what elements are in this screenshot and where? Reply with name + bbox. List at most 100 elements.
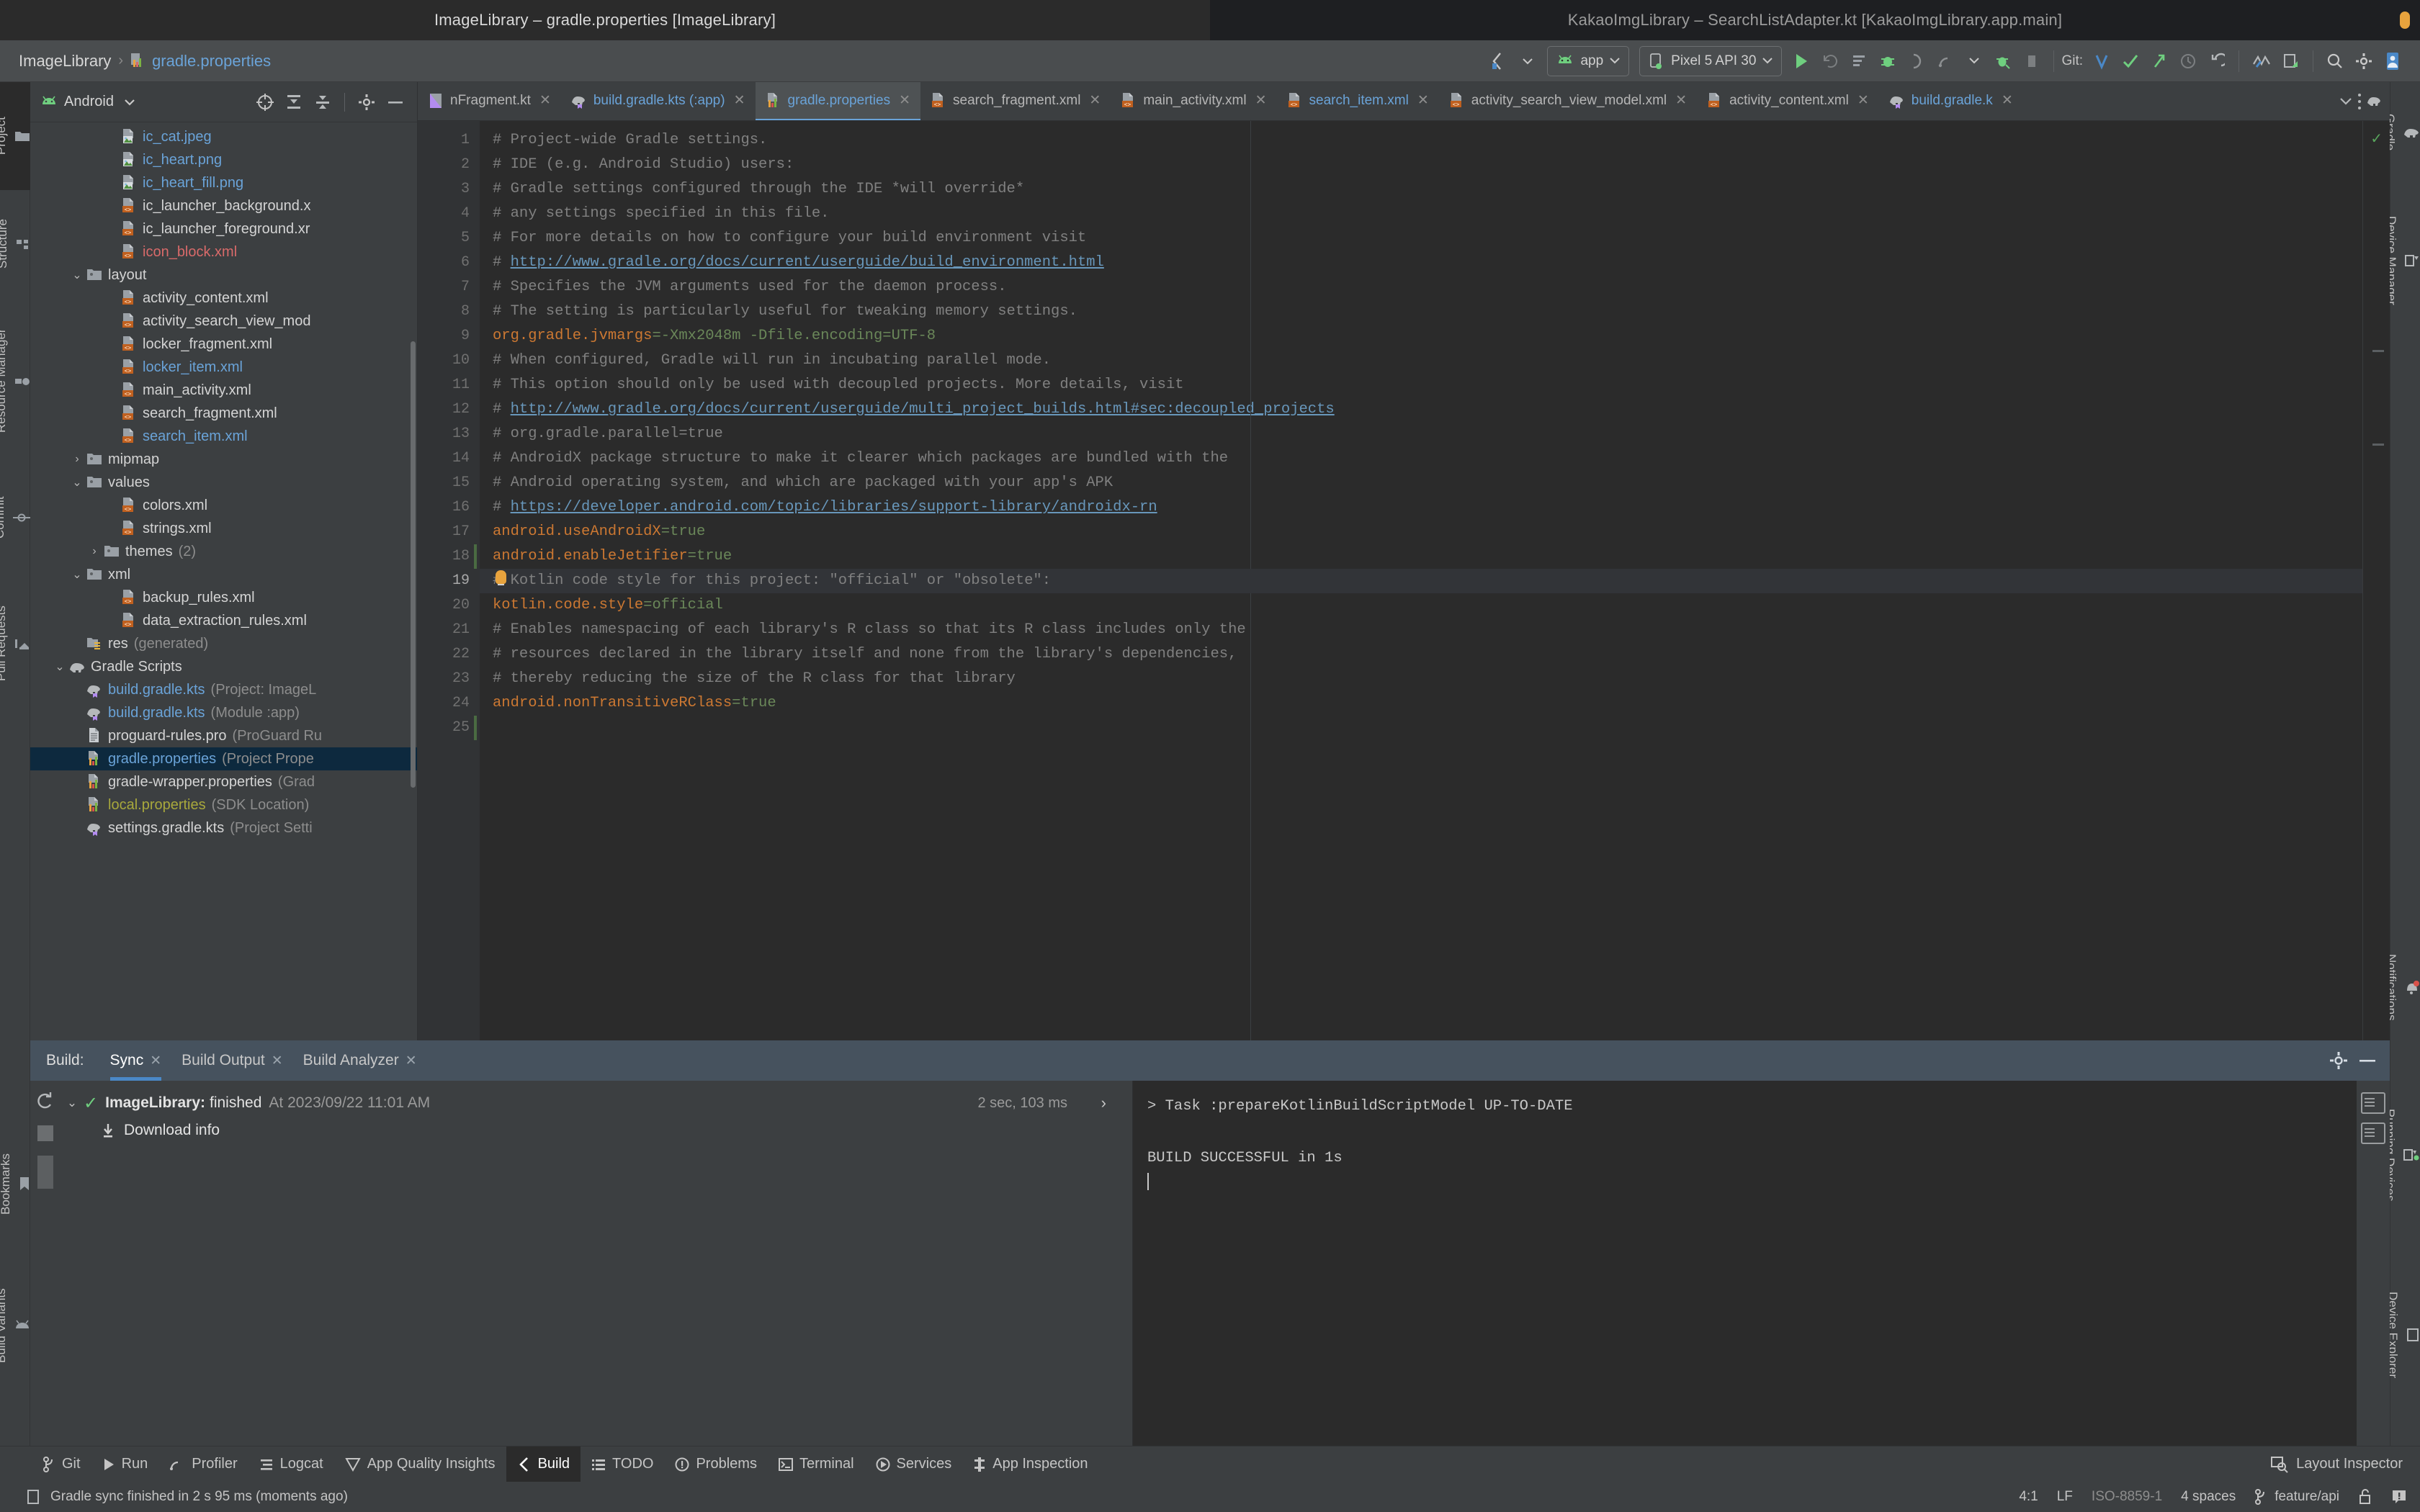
- tree-row[interactable]: <> backup_rules.xml: [30, 586, 417, 609]
- navigate-dropdown-icon[interactable]: [1513, 47, 1542, 76]
- tree-row[interactable]: ⌄ layout: [30, 264, 417, 287]
- code-line[interactable]: org.gradle.jvmargs=-Xmx2048m -Dfile.enco…: [480, 324, 2390, 348]
- code-line[interactable]: # When configured, Gradle will run in in…: [480, 348, 2390, 373]
- stop-button[interactable]: [2017, 47, 2046, 76]
- tree-row[interactable]: settings.gradle.kts (Project Setti: [30, 816, 417, 840]
- code-line[interactable]: # IDE (e.g. Android Studio) users:: [480, 153, 2390, 177]
- sdk-manager-button[interactable]: [2277, 47, 2305, 76]
- code-line[interactable]: # Enables namespacing of each library's …: [480, 618, 2390, 642]
- sidebar-item-build-variants[interactable]: Build Variants: [0, 1248, 30, 1403]
- attach-debugger-button[interactable]: [1902, 47, 1931, 76]
- event-log-icon[interactable]: [26, 1489, 42, 1505]
- code-link[interactable]: http://www.gradle.org/docs/current/userg…: [511, 254, 1104, 271]
- project-tree[interactable]: ic_cat.jpeg ic_heart.png ic_heart_fill.png…: [30, 122, 417, 1040]
- editor-tab[interactable]: <> search_fragment.xml ✕: [920, 82, 1111, 120]
- close-icon[interactable]: ✕: [1255, 92, 1267, 109]
- chevron-right-icon[interactable]: ›: [86, 545, 102, 558]
- project-view-selector-label[interactable]: Android: [64, 94, 114, 110]
- close-icon[interactable]: ✕: [150, 1053, 161, 1069]
- code-line[interactable]: # http://www.gradle.org/docs/current/use…: [480, 397, 2390, 422]
- close-icon[interactable]: ✕: [1675, 92, 1687, 109]
- sidebar-item-resource-manager[interactable]: Resource Manager: [0, 298, 30, 464]
- code-line[interactable]: # https://developer.android.com/topic/li…: [480, 495, 2390, 520]
- bottom-nav-run[interactable]: Run: [91, 1446, 159, 1482]
- lock-icon[interactable]: [2358, 1489, 2372, 1505]
- sidebar-item-pull-requests[interactable]: Pull Requests: [0, 572, 30, 716]
- sidebar-item-running-devices[interactable]: Running Devices: [2383, 1065, 2420, 1245]
- close-icon[interactable]: ✕: [899, 92, 910, 109]
- code-line[interactable]: # For more details on how to configure y…: [480, 226, 2390, 251]
- bottom-nav-problems[interactable]: Problems: [664, 1446, 767, 1482]
- bottom-nav-services[interactable]: Services: [865, 1446, 963, 1482]
- code-line[interactable]: # AndroidX package structure to make it …: [480, 446, 2390, 471]
- editor-tab[interactable]: <> activity_search_view_model.xml ✕: [1439, 82, 1697, 120]
- collapse-all-button[interactable]: [308, 88, 337, 117]
- tree-row[interactable]: proguard-rules.pro (ProGuard Ru: [30, 724, 417, 747]
- code-line[interactable]: [480, 716, 2390, 740]
- editor-tab[interactable]: build.gradle.kts (:app) ✕: [561, 82, 756, 120]
- code-line[interactable]: kotlin.code.style=official: [480, 593, 2390, 618]
- gear-icon[interactable]: [352, 88, 381, 117]
- chevron-down-icon[interactable]: ⌄: [60, 1096, 84, 1110]
- tree-row[interactable]: <> search_item.xml: [30, 425, 417, 448]
- code-link[interactable]: http://www.gradle.org/docs/current/userg…: [511, 401, 1335, 418]
- sidebar-item-gradle[interactable]: Gradle: [2383, 82, 2420, 183]
- tree-row[interactable]: ic_heart_fill.png: [30, 171, 417, 194]
- git-push-button[interactable]: [2145, 47, 2174, 76]
- tree-row[interactable]: <> ic_launcher_foreground.xr: [30, 217, 417, 240]
- editor-tab[interactable]: <> activity_content.xml ✕: [1697, 82, 1879, 120]
- sidebar-item-project[interactable]: Project: [0, 82, 30, 190]
- file-encoding[interactable]: ISO-8859-1: [2092, 1489, 2162, 1505]
- bottom-nav-right[interactable]: Layout Inspector: [2270, 1456, 2420, 1473]
- build-result-root-row[interactable]: ⌄ ✓ ImageLibrary: finished At 2023/09/22…: [60, 1089, 1132, 1117]
- tab-build-output[interactable]: Build Output ✕: [171, 1040, 293, 1081]
- apply-code-changes-button[interactable]: [1845, 47, 1873, 76]
- tree-row[interactable]: <> colors.xml: [30, 494, 417, 517]
- code-line[interactable]: # Gradle settings configured through the…: [480, 177, 2390, 202]
- code-link[interactable]: https://developer.android.com/topic/libr…: [511, 499, 1157, 516]
- build-result-tree[interactable]: ⌄ ✓ ImageLibrary: finished At 2023/09/22…: [60, 1081, 1132, 1446]
- profiler-button[interactable]: [1931, 47, 1960, 76]
- bottom-nav-git[interactable]: Git: [32, 1446, 91, 1482]
- editor-markers-gutter[interactable]: ✓: [2362, 121, 2390, 1040]
- code-line[interactable]: # Project-wide Gradle settings.: [480, 128, 2390, 153]
- code-line[interactable]: android.nonTransitiveRClass=true: [480, 691, 2390, 716]
- tree-row[interactable]: build.gradle.kts (Module :app): [30, 701, 417, 724]
- module-selector[interactable]: app: [1547, 45, 1630, 76]
- navigate-back-button[interactable]: [1484, 47, 1513, 76]
- code-line[interactable]: # thereby reducing the size of the R cla…: [480, 667, 2390, 691]
- close-icon[interactable]: ✕: [734, 92, 745, 109]
- sidebar-item-device-manager[interactable]: Device Manager: [2385, 183, 2420, 338]
- tree-row[interactable]: <> data_extraction_rules.xml: [30, 609, 417, 632]
- sidebar-item-notifications[interactable]: Notifications: [2385, 910, 2420, 1065]
- editor-tab[interactable]: <> main_activity.xml ✕: [1111, 82, 1276, 120]
- avd-manager-button[interactable]: [2246, 47, 2277, 76]
- code-line[interactable]: # The setting is particularly useful for…: [480, 300, 2390, 324]
- line-separator[interactable]: LF: [2057, 1489, 2073, 1505]
- bottom-nav-terminal[interactable]: Terminal: [768, 1446, 865, 1482]
- tree-row[interactable]: ic_cat.jpeg: [30, 125, 417, 148]
- tree-row[interactable]: <> search_fragment.xml: [30, 402, 417, 425]
- project-tree-scrollbar[interactable]: [411, 341, 416, 788]
- gear-icon[interactable]: [2349, 47, 2378, 76]
- tree-row[interactable]: <> strings.xml: [30, 517, 417, 540]
- sidebar-item-structure[interactable]: Structure: [0, 190, 30, 298]
- scroll-from-source-button[interactable]: [251, 88, 279, 117]
- chevron-down-icon[interactable]: [124, 99, 135, 106]
- breadcrumb-project[interactable]: ImageLibrary: [19, 52, 111, 71]
- editor-tab-bar[interactable]: nFragment.kt ✕ build.gradle.kts (:app) ✕ gra…: [418, 82, 2390, 121]
- close-icon[interactable]: ✕: [1857, 92, 1869, 109]
- sidebar-item-commit[interactable]: Commit: [0, 464, 30, 572]
- chevron-down-icon[interactable]: ⌄: [69, 567, 85, 582]
- bottom-nav-app-quality-insights[interactable]: App Quality Insights: [334, 1446, 506, 1482]
- tree-row[interactable]: build.gradle.kts (Project: ImageL: [30, 678, 417, 701]
- profiler-dropdown-icon[interactable]: [1960, 47, 1989, 76]
- tree-row[interactable]: <> icon_block.xml: [30, 240, 417, 264]
- bottom-nav-profiler[interactable]: Profiler: [158, 1446, 248, 1482]
- breadcrumb-file[interactable]: gradle.properties: [152, 52, 271, 71]
- debug-button[interactable]: [1873, 47, 1902, 76]
- chevron-right-icon[interactable]: ›: [1101, 1094, 1106, 1112]
- bottom-nav-build[interactable]: Build: [506, 1446, 581, 1482]
- chevron-right-icon[interactable]: ›: [69, 453, 85, 466]
- tree-row[interactable]: gradle-wrapper.properties (Grad: [30, 770, 417, 793]
